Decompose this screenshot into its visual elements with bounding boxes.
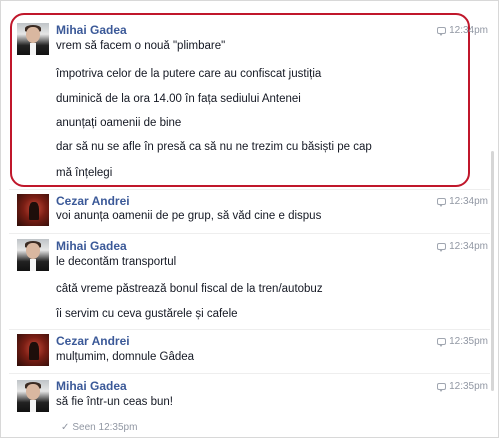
message-text: mulțumim, domnule Gâdea	[56, 351, 195, 363]
cezar-andrei-avatar[interactable]	[17, 194, 49, 226]
chat-icon	[437, 383, 447, 392]
message-text: voi anunța oamenii de pe grup, să văd ci…	[56, 210, 322, 222]
mihai-gadea-avatar[interactable]	[17, 23, 49, 55]
divider	[9, 189, 490, 190]
message-time: 12:35pm	[437, 336, 488, 347]
chat-icon	[437, 243, 447, 252]
seen-status: ✓ Seen 12:35pm	[61, 422, 137, 433]
scrollbar[interactable]	[491, 151, 494, 391]
sender-name[interactable]: Mihai Gadea	[56, 239, 127, 253]
mihai-gadea-avatar[interactable]	[17, 380, 49, 412]
sender-name[interactable]: Cezar Andrei	[56, 194, 130, 208]
sender-name[interactable]: Mihai Gadea	[56, 379, 127, 393]
divider	[9, 233, 490, 234]
divider	[9, 373, 490, 374]
message-text: să fie într-un ceas bun!	[56, 396, 173, 408]
message-text: le decontăm transportul	[56, 256, 177, 268]
chat-icon	[437, 198, 447, 207]
check-icon: ✓	[61, 422, 70, 433]
message-text: anunțați oamenii de bine	[56, 117, 182, 129]
sender-name[interactable]: Cezar Andrei	[56, 334, 130, 348]
message-time: 12:34pm	[437, 196, 488, 207]
message-time: 12:34pm	[437, 241, 488, 252]
message-text: duminică de la ora 14.00 în fața sediulu…	[56, 93, 301, 105]
sender-name[interactable]: Mihai Gadea	[56, 23, 127, 37]
chat-icon	[437, 27, 447, 36]
chat-icon	[437, 338, 447, 347]
seen-label: Seen 12:35pm	[72, 422, 138, 433]
message-time: 12:34pm	[437, 25, 488, 36]
message-time: 12:35pm	[437, 381, 488, 392]
cezar-andrei-avatar[interactable]	[17, 334, 49, 366]
mihai-gadea-avatar[interactable]	[17, 239, 49, 271]
message-text: îi servim cu ceva gustărele și cafele	[56, 308, 238, 320]
message-text: vrem să facem o nouă "plimbare"	[56, 40, 226, 52]
divider	[9, 329, 490, 330]
message-text: împotriva celor de la putere care au con…	[56, 68, 322, 80]
message-text: dar să nu se afle în presă ca să nu ne t…	[56, 141, 372, 153]
chat-window: Mihai Gadea 12:34pm vrem să facem o nouă…	[0, 0, 499, 438]
message-text: câtă vreme păstrează bonul fiscal de la …	[56, 283, 323, 295]
message-text: mă înțelegi	[56, 167, 113, 179]
